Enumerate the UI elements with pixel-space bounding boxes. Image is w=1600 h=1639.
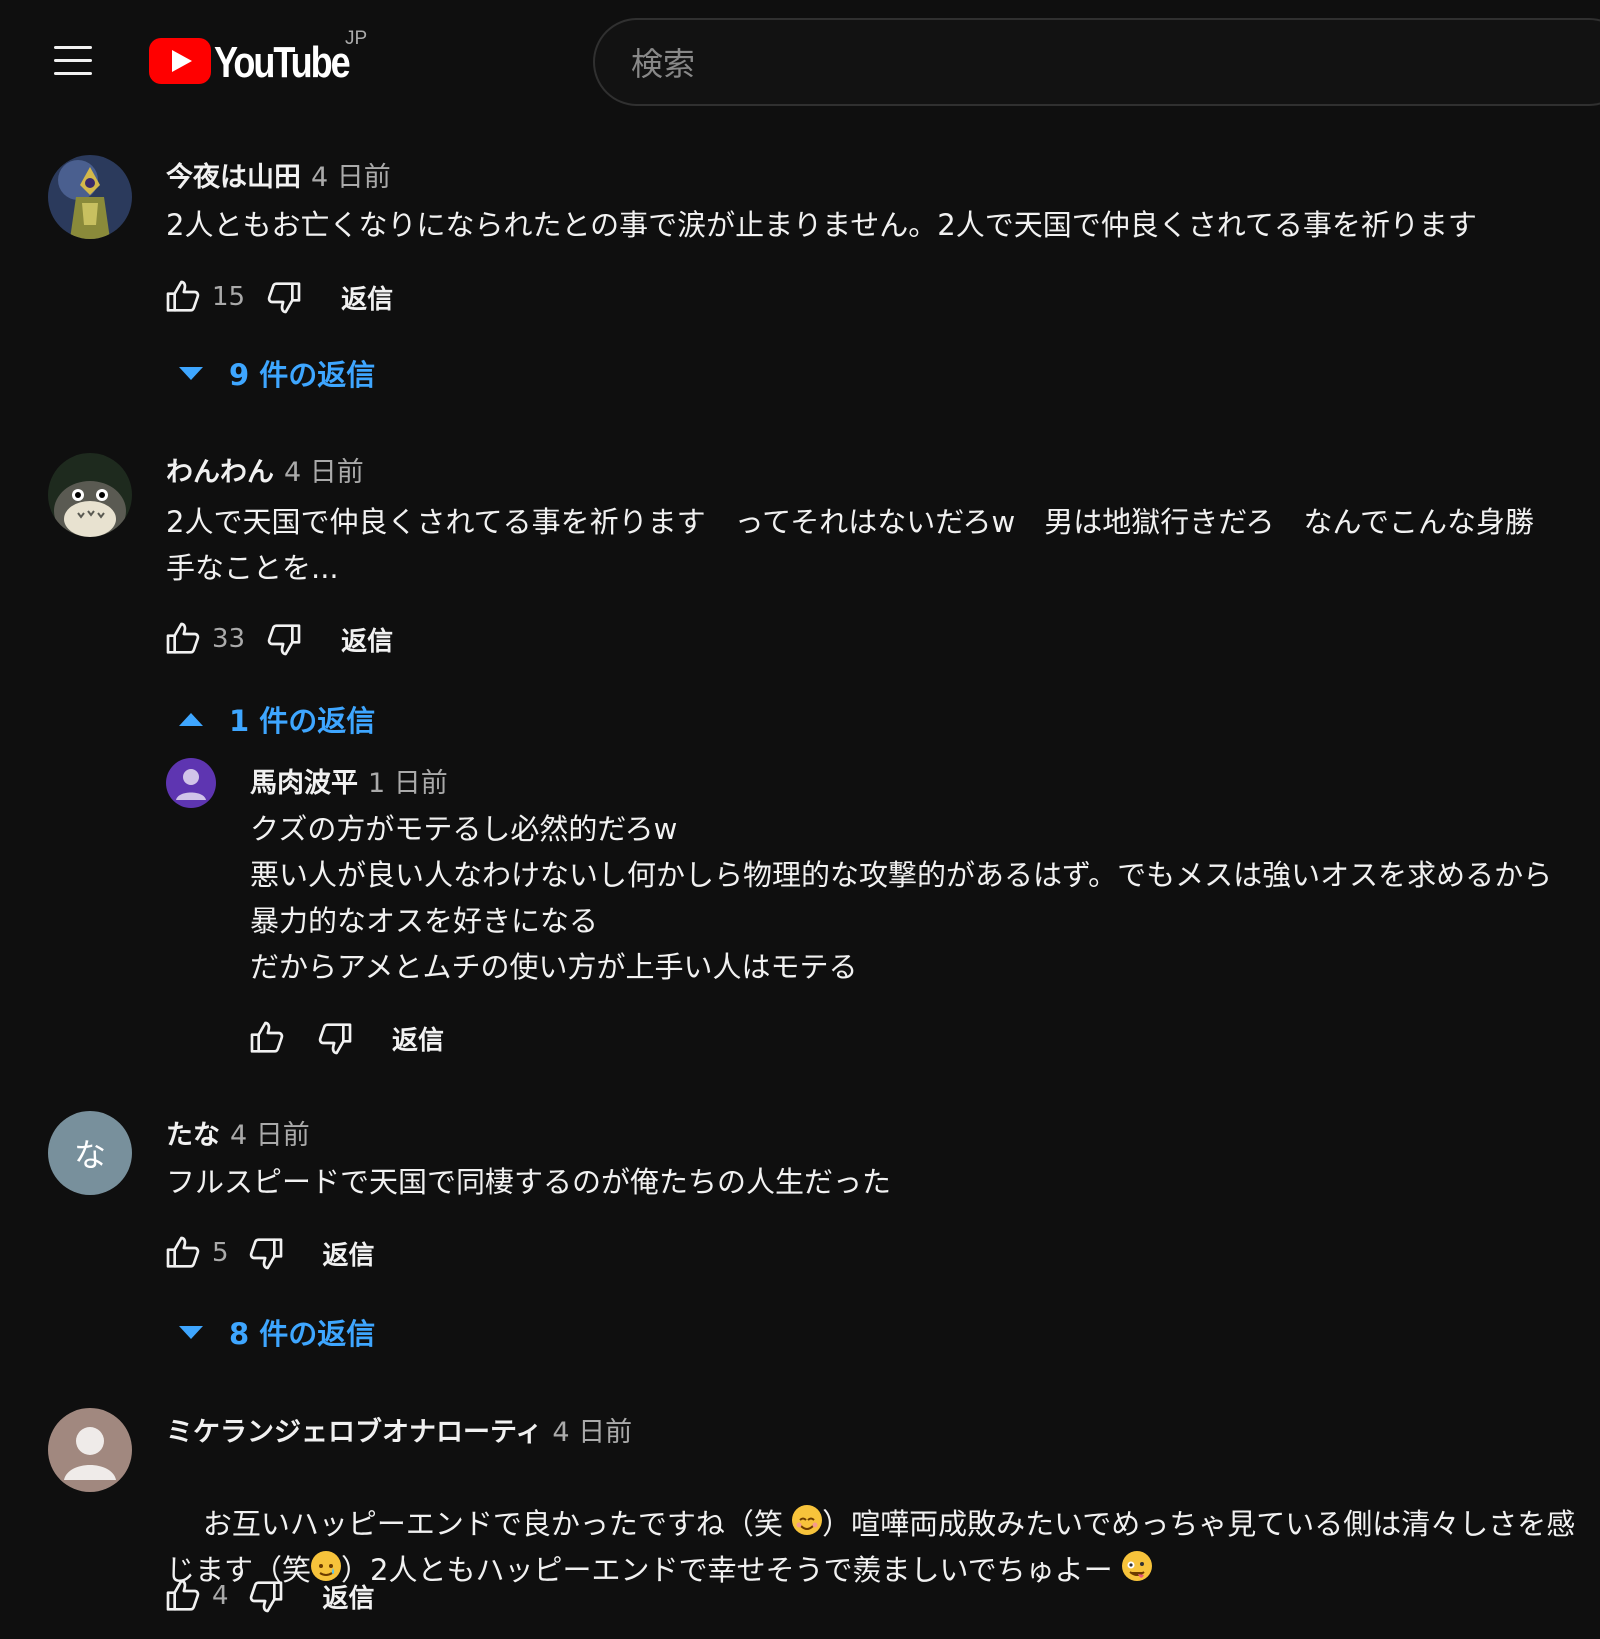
author-name[interactable]: ミケランジェロブオナローティ — [166, 1417, 542, 1448]
comment-actions: 15 返信 — [160, 272, 393, 322]
comment-text-part: ）喧嘩両成敗みたいでめっちゃ見ている側は清々しさを感 — [822, 1507, 1576, 1541]
hide-replies-button[interactable]: 1 件の返信 — [179, 698, 375, 740]
comment-text: フルスピードで天国で同棲するのが俺たちの人生だった — [166, 1165, 892, 1199]
dislike-icon[interactable] — [261, 616, 307, 662]
comment-time[interactable]: 4 日前 — [230, 1120, 310, 1151]
comment-actions: 33 返信 — [160, 614, 393, 664]
comment-actions: 4 返信 — [160, 1571, 375, 1621]
reply-button[interactable]: 返信 — [323, 1578, 375, 1615]
view-replies-button[interactable]: 9 件の返信 — [179, 352, 375, 394]
dislike-icon[interactable] — [312, 1015, 358, 1061]
like-count: 4 — [212, 1581, 229, 1611]
comment-time[interactable]: 1 日前 — [368, 768, 448, 799]
author-name[interactable]: 今夜は山田 — [166, 162, 301, 193]
search-box[interactable] — [593, 18, 1600, 106]
comment-text: 2人ともお亡くなりになられたとの事で涙が止まりません。2人で天国で仲良くされてる… — [166, 208, 1477, 242]
like-count: 5 — [212, 1238, 229, 1268]
like-icon[interactable] — [160, 616, 206, 662]
chevron-up-icon — [179, 712, 203, 726]
comment-time[interactable]: 4 日前 — [552, 1417, 632, 1448]
view-replies-button[interactable]: 8 件の返信 — [179, 1311, 375, 1353]
comment-header: 今夜は山田 4 日前 — [166, 155, 391, 194]
logo-text: YouTube — [214, 38, 351, 87]
comment-time[interactable]: 4 日前 — [284, 457, 364, 488]
comment-header: わんわん 4 日前 — [166, 450, 364, 489]
replies-count-label: 1 件の返信 — [229, 704, 376, 738]
chevron-down-icon — [179, 366, 203, 380]
reply-actions: 返信 — [244, 1013, 444, 1063]
play-icon — [149, 38, 211, 84]
avatar[interactable] — [48, 453, 132, 537]
reply-header: 馬肉波平 1 日前 — [250, 761, 448, 800]
replies-count-label: 9 件の返信 — [229, 358, 376, 392]
author-name[interactable]: わんわん — [166, 457, 274, 488]
avatar[interactable] — [166, 758, 216, 808]
dislike-icon[interactable] — [261, 274, 307, 320]
comment-time[interactable]: 4 日前 — [311, 162, 391, 193]
dislike-icon[interactable] — [243, 1573, 289, 1619]
avatar[interactable]: な — [48, 1111, 132, 1195]
like-icon[interactable] — [244, 1015, 290, 1061]
menu-icon[interactable] — [54, 42, 94, 78]
dislike-icon[interactable] — [243, 1230, 289, 1276]
comment-header: ミケランジェロブオナローティ 4 日前 — [166, 1410, 632, 1449]
search-input[interactable] — [629, 40, 1533, 88]
comment-text: 2人で天国で仲良くされてる事を祈ります ってそれはないだろw 男は地獄行きだろ … — [166, 505, 1535, 585]
chevron-down-icon — [179, 1325, 203, 1339]
reply-text: クズの方がモテるし必然的だろw 悪い人が良い人なわけないし何かしら物理的な攻撃的… — [250, 812, 1553, 984]
reply-button[interactable]: 返信 — [392, 1020, 444, 1057]
like-count: 33 — [212, 624, 246, 654]
masthead: YouTube JP — [0, 0, 1600, 126]
like-icon[interactable] — [160, 1573, 206, 1619]
author-name[interactable]: たな — [166, 1120, 220, 1151]
zany-face-emoji-icon — [1121, 1551, 1152, 1581]
comment-text-part: お互いハッピーエンドで良かったですね（笑 — [202, 1507, 793, 1541]
logo-region: JP — [345, 28, 368, 49]
smiling-face-emoji-icon — [792, 1505, 823, 1535]
comment-text-part: ）2人ともハッピーエンドで幸せそうで羨ましいでちゅよー — [341, 1553, 1122, 1587]
comment-header: たな 4 日前 — [166, 1113, 310, 1152]
reply-button[interactable]: 返信 — [341, 279, 393, 316]
like-count: 15 — [212, 282, 246, 312]
avatar[interactable] — [48, 1408, 132, 1492]
youtube-logo[interactable]: YouTube JP — [149, 28, 378, 88]
replies-count-label: 8 件の返信 — [229, 1317, 376, 1351]
comment-text: お互いハッピーエンドで良かったですね（笑 ）喧嘩両成敗みたいでめっちゃ見ている側… — [166, 1455, 1586, 1639]
reply-button[interactable]: 返信 — [323, 1235, 375, 1272]
like-icon[interactable] — [160, 1230, 206, 1276]
author-name[interactable]: 馬肉波平 — [250, 768, 358, 799]
avatar-letter: な — [73, 1136, 106, 1174]
comment-actions: 5 返信 — [160, 1228, 375, 1278]
avatar[interactable] — [48, 155, 132, 239]
like-icon[interactable] — [160, 274, 206, 320]
reply-button[interactable]: 返信 — [341, 621, 393, 658]
